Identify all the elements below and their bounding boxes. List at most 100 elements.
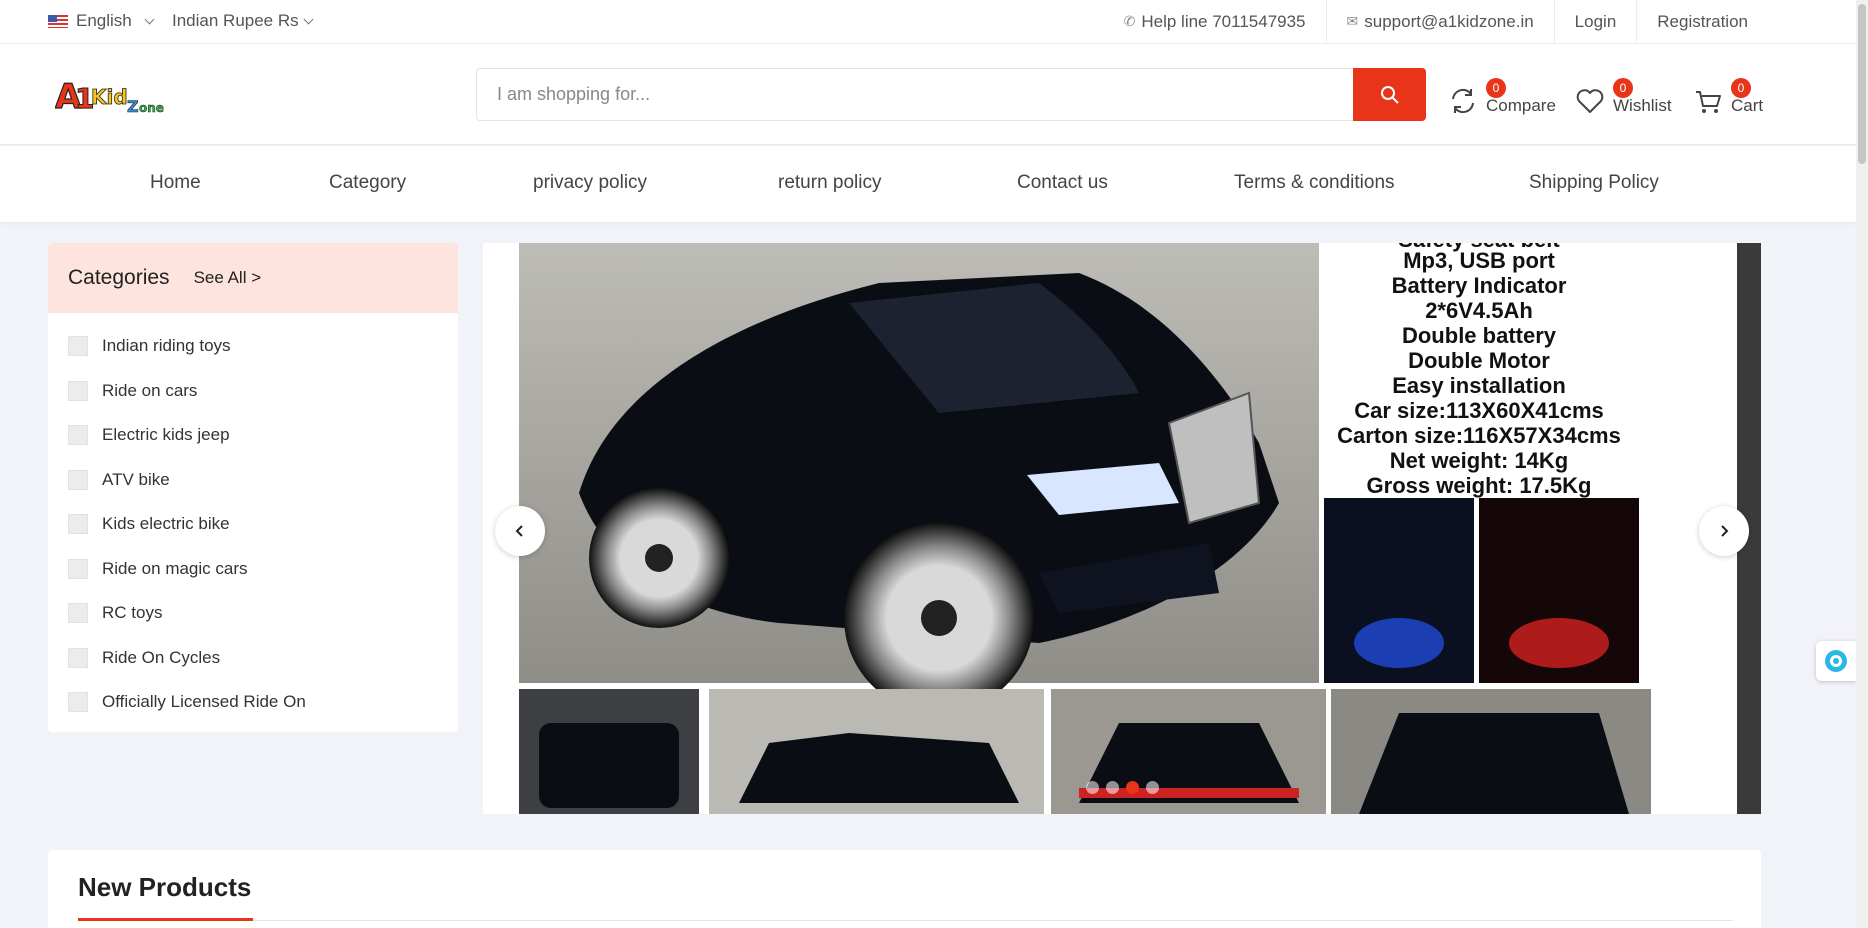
category-item[interactable]: Indian riding toys (48, 324, 458, 369)
nav-terms-conditions[interactable]: Terms & conditions (1234, 172, 1395, 194)
category-item[interactable]: RC toys (48, 591, 458, 636)
category-label: Ride On Cycles (102, 647, 221, 667)
language-label: English (76, 11, 132, 30)
spec-line: Car size:113X60X41cms (1354, 398, 1604, 423)
nav-privacy-policy[interactable]: privacy policy (533, 172, 647, 194)
categories-header: Categories See All > (48, 243, 458, 313)
category-item[interactable]: Kids electric bike (48, 502, 458, 547)
nav-return-policy[interactable]: return policy (778, 172, 882, 194)
spec-line: 2*6V4.5Ah (1425, 298, 1533, 323)
page-scrollbar[interactable] (1856, 0, 1868, 928)
heart-icon (1576, 89, 1604, 113)
category-thumbnail (68, 514, 88, 535)
category-thumbnail (68, 425, 88, 446)
compare-button[interactable]: 0 Compare (1448, 74, 1556, 116)
helpline-text: Help line 7011547935 (1141, 11, 1306, 31)
category-item[interactable]: Ride on magic cars (48, 547, 458, 592)
spec-line: Easy installation (1392, 373, 1566, 398)
search-bar (476, 68, 1426, 121)
nav-contact-us[interactable]: Contact us (1017, 172, 1108, 194)
search-icon (1380, 85, 1399, 104)
category-thumbnail (68, 692, 88, 713)
slider-dot[interactable] (1146, 781, 1159, 794)
wishlist-label: Wishlist (1613, 96, 1672, 115)
category-label: RC toys (102, 603, 163, 623)
floating-widget-button[interactable] (1816, 641, 1856, 681)
hero-slider: Safety seat belt Mp3, USB port Battery I… (483, 243, 1761, 814)
svg-text:one: one (139, 101, 164, 115)
slider-prev-button[interactable] (495, 506, 545, 556)
category-thumbnail (68, 336, 88, 357)
section-title-underline (78, 918, 253, 921)
svg-text:Kid: Kid (91, 85, 128, 109)
spec-line: Double Motor (1408, 348, 1550, 373)
slider-dot-active[interactable] (1126, 781, 1139, 794)
slide-image-ride-on-car[interactable]: Safety seat belt Mp3, USB port Battery I… (519, 243, 1739, 814)
categories-panel: Categories See All > Indian riding toys … (48, 243, 458, 732)
chevron-right-icon (1721, 525, 1729, 537)
category-item[interactable]: Ride On Cycles (48, 636, 458, 681)
slider-dot[interactable] (1106, 781, 1119, 794)
nav-category[interactable]: Category (329, 172, 406, 194)
compare-count-badge: 0 (1486, 78, 1506, 98)
categories-list: Indian riding toys Ride on cars Electric… (48, 313, 458, 725)
categories-title: Categories (68, 266, 170, 289)
category-label: Electric kids jeep (102, 425, 230, 445)
cart-button[interactable]: 0 Cart (1693, 74, 1763, 116)
category-label: ATV bike (102, 469, 170, 489)
category-label: Kids electric bike (102, 514, 230, 534)
nav-home[interactable]: Home (150, 172, 201, 194)
category-thumbnail (68, 469, 88, 490)
category-label: Indian riding toys (102, 336, 231, 356)
cart-label: Cart (1731, 96, 1764, 115)
cart-icon (1696, 91, 1721, 113)
registration-link[interactable]: Registration (1636, 0, 1768, 43)
currency-selector[interactable]: Indian Rupee Rs (172, 11, 314, 31)
currency-label: Indian Rupee Rs (172, 11, 299, 30)
language-selector[interactable]: English (48, 11, 155, 31)
main-nav: Home Category privacy policy return poli… (0, 146, 1856, 222)
chevron-down-icon (303, 14, 314, 24)
nav-shipping-policy[interactable]: Shipping Policy (1529, 172, 1659, 194)
category-item[interactable]: Electric kids jeep (48, 413, 458, 458)
assistant-icon (1825, 650, 1847, 672)
category-thumbnail (68, 647, 88, 668)
category-item[interactable]: ATV bike (48, 458, 458, 503)
category-item[interactable]: Ride on cars (48, 369, 458, 414)
spec-line: Battery Indicator (1392, 273, 1567, 298)
scrollbar-thumb[interactable] (1858, 4, 1866, 164)
category-item[interactable]: Officially Licensed Ride On (48, 680, 458, 725)
registration-label: Registration (1657, 11, 1748, 31)
search-button[interactable] (1353, 68, 1426, 121)
spec-line: Net weight: 14Kg (1390, 448, 1568, 473)
wishlist-button[interactable]: 0 Wishlist (1575, 74, 1672, 116)
slider-next-button[interactable] (1699, 506, 1749, 556)
chevron-left-icon (515, 525, 523, 537)
see-all-link[interactable]: See All > (194, 268, 262, 288)
section-title: New Products (78, 872, 252, 902)
email-text: support@a1kidzone.in (1364, 11, 1534, 31)
spec-line: Carton size:116X57X34cms (1337, 423, 1621, 448)
section-divider (78, 920, 1733, 921)
helpline-link[interactable]: ✆ Help line 7011547935 (1104, 0, 1326, 43)
site-logo[interactable]: A 1 Kid Z one (55, 72, 170, 118)
top-bar: English Indian Rupee Rs ✆ Help line 7011… (0, 0, 1856, 44)
compare-label: Compare (1486, 96, 1556, 115)
spec-line: Mp3, USB port (1403, 248, 1555, 273)
email-link[interactable]: ✉ support@a1kidzone.in (1325, 0, 1554, 43)
compare-icon (1452, 88, 1474, 114)
cart-count-badge: 0 (1731, 78, 1751, 98)
category-thumbnail (68, 603, 88, 624)
login-label: Login (1574, 11, 1617, 31)
header: A 1 Kid Z one 0 Compare (0, 44, 1856, 145)
chevron-down-icon (144, 14, 155, 24)
category-label: Officially Licensed Ride On (102, 692, 306, 712)
slider-dot[interactable] (1086, 781, 1099, 794)
new-products-section: New Products (48, 850, 1761, 928)
wishlist-count-badge: 0 (1613, 78, 1633, 98)
category-label: Ride on magic cars (102, 558, 248, 578)
search-input[interactable] (476, 68, 1353, 121)
login-link[interactable]: Login (1553, 0, 1637, 43)
phone-icon: ✆ (1123, 13, 1136, 29)
us-flag-icon (48, 14, 68, 28)
